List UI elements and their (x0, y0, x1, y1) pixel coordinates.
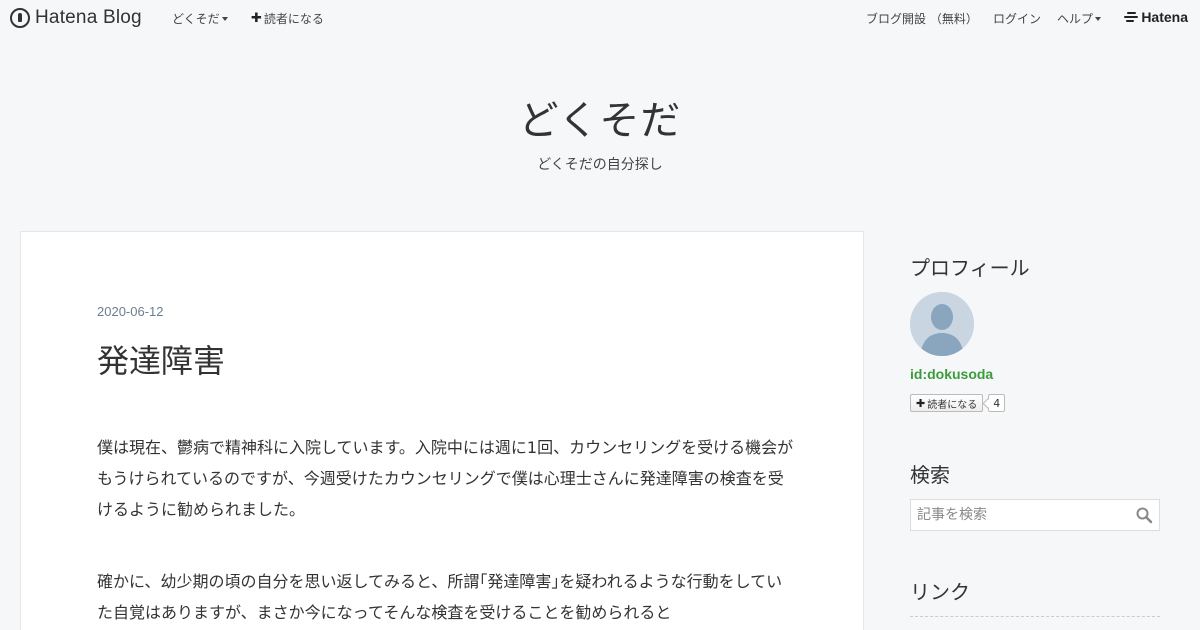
help-dropdown[interactable]: ヘルプ (1057, 10, 1102, 27)
entry-title[interactable]: 発達障害 (97, 336, 225, 382)
caret-down-icon (1095, 16, 1102, 21)
links-heading: リンク (910, 580, 970, 604)
plus-icon: ✚ (251, 11, 262, 26)
entry-paragraph: 僕は現在、鬱病で精神科に入院しています。入院中には週に1回、カウンセリングを受け… (97, 438, 794, 519)
blog-title[interactable]: どくそだ (0, 88, 1200, 146)
search-icon[interactable] (1129, 500, 1159, 530)
login-link[interactable]: ログイン (993, 10, 1041, 27)
user-silhouette-icon (910, 292, 974, 356)
plus-icon: ✚ (916, 396, 926, 410)
caret-down-icon (221, 16, 228, 21)
search-box (910, 499, 1160, 531)
blog-description: どくそだの自分探し (537, 157, 663, 173)
blog-menu-dropdown[interactable]: どくそだ (172, 10, 228, 27)
hatena-link[interactable]: Hatena (1124, 9, 1188, 25)
hatena-blog-icon (10, 8, 30, 28)
hatena-wordmark: Hatena (1141, 9, 1188, 25)
search-heading: 検索 (910, 463, 950, 487)
subscribe-button-label: 読者になる (927, 399, 978, 411)
open-blog-link[interactable]: ブログ開設 （無料） (866, 10, 978, 27)
subscribe-label: 読者になる (263, 12, 324, 26)
brand-name: Hatena Blog (35, 7, 142, 28)
divider (910, 616, 1160, 617)
search-input[interactable] (911, 500, 1129, 530)
global-header: Hatena Blog どくそだ ✚ 読者になる ブログ開設 （無料） ログイン… (0, 0, 1200, 37)
profile-heading: プロフィール (910, 256, 1030, 280)
blog-menu-label: どくそだ (172, 12, 220, 26)
avatar[interactable] (910, 292, 974, 356)
subscriber-count-badge: 4 (988, 394, 1006, 412)
article-panel: 2020-06-12 発達障害 僕は現在、鬱病で精神科に入院しています。入院中に… (20, 231, 864, 630)
help-label: ヘルプ (1057, 12, 1094, 26)
profile-id-link[interactable]: id:dokusoda (910, 366, 993, 382)
entry-paragraph: 確かに、幼少期の頃の自分を思い返してみると、所謂｢発達障害｣を疑われるような行動… (97, 572, 783, 622)
subscribe-button[interactable]: ✚ 読者になる (910, 394, 984, 412)
hatena-logo-icon (1124, 10, 1139, 24)
subscribe-link[interactable]: ✚ 読者になる (251, 10, 324, 27)
entry-date[interactable]: 2020-06-12 (97, 304, 164, 319)
hatena-blog-logo[interactable]: Hatena Blog (10, 7, 142, 29)
subscribe-row: ✚ 読者になる 4 (910, 394, 1006, 412)
